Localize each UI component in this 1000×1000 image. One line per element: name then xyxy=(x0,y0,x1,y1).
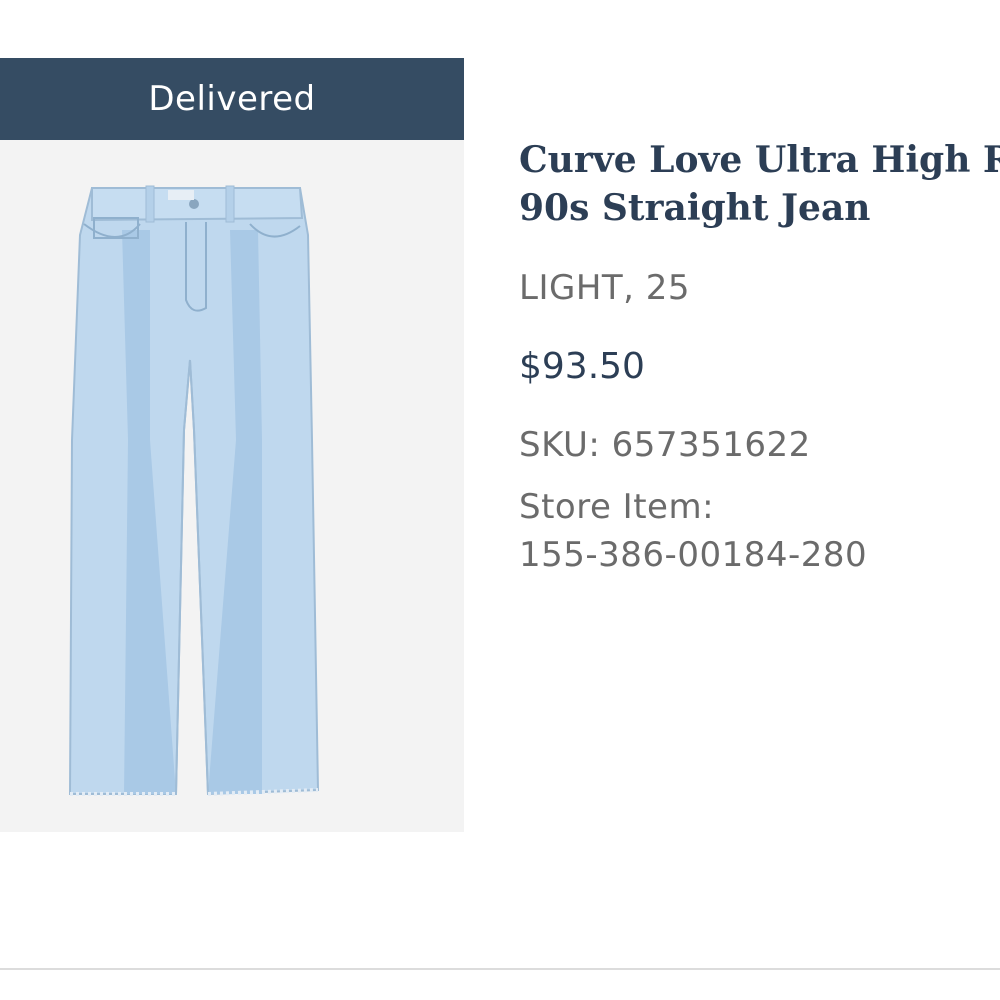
product-sku: SKU: 657351622 xyxy=(519,425,811,465)
store-item-value: 155-386-00184-280 xyxy=(519,535,868,575)
product-details: Curve Love Ultra High Rise 90s Straight … xyxy=(519,136,1000,575)
product-title-line1: Curve Love Ultra High Rise xyxy=(519,139,1000,181)
store-item-label: Store Item: xyxy=(519,487,715,527)
product-variant: LIGHT, 25 xyxy=(519,268,691,308)
product-title[interactable]: Curve Love Ultra High Rise 90s Straight … xyxy=(519,136,1000,232)
product-title-line2: 90s Straight Jean xyxy=(519,187,871,229)
jeans-icon xyxy=(68,185,320,796)
delivery-status-label: Delivered xyxy=(148,79,316,119)
product-card[interactable]: Delivered xyxy=(0,58,464,832)
order-item-page: Delivered Curve Love Ultra High R 90s St… xyxy=(0,0,1000,1000)
section-divider xyxy=(0,968,1000,970)
delivery-status-banner: Delivered xyxy=(0,58,464,140)
product-image[interactable] xyxy=(0,140,464,832)
product-price: $93.50 xyxy=(519,346,645,387)
